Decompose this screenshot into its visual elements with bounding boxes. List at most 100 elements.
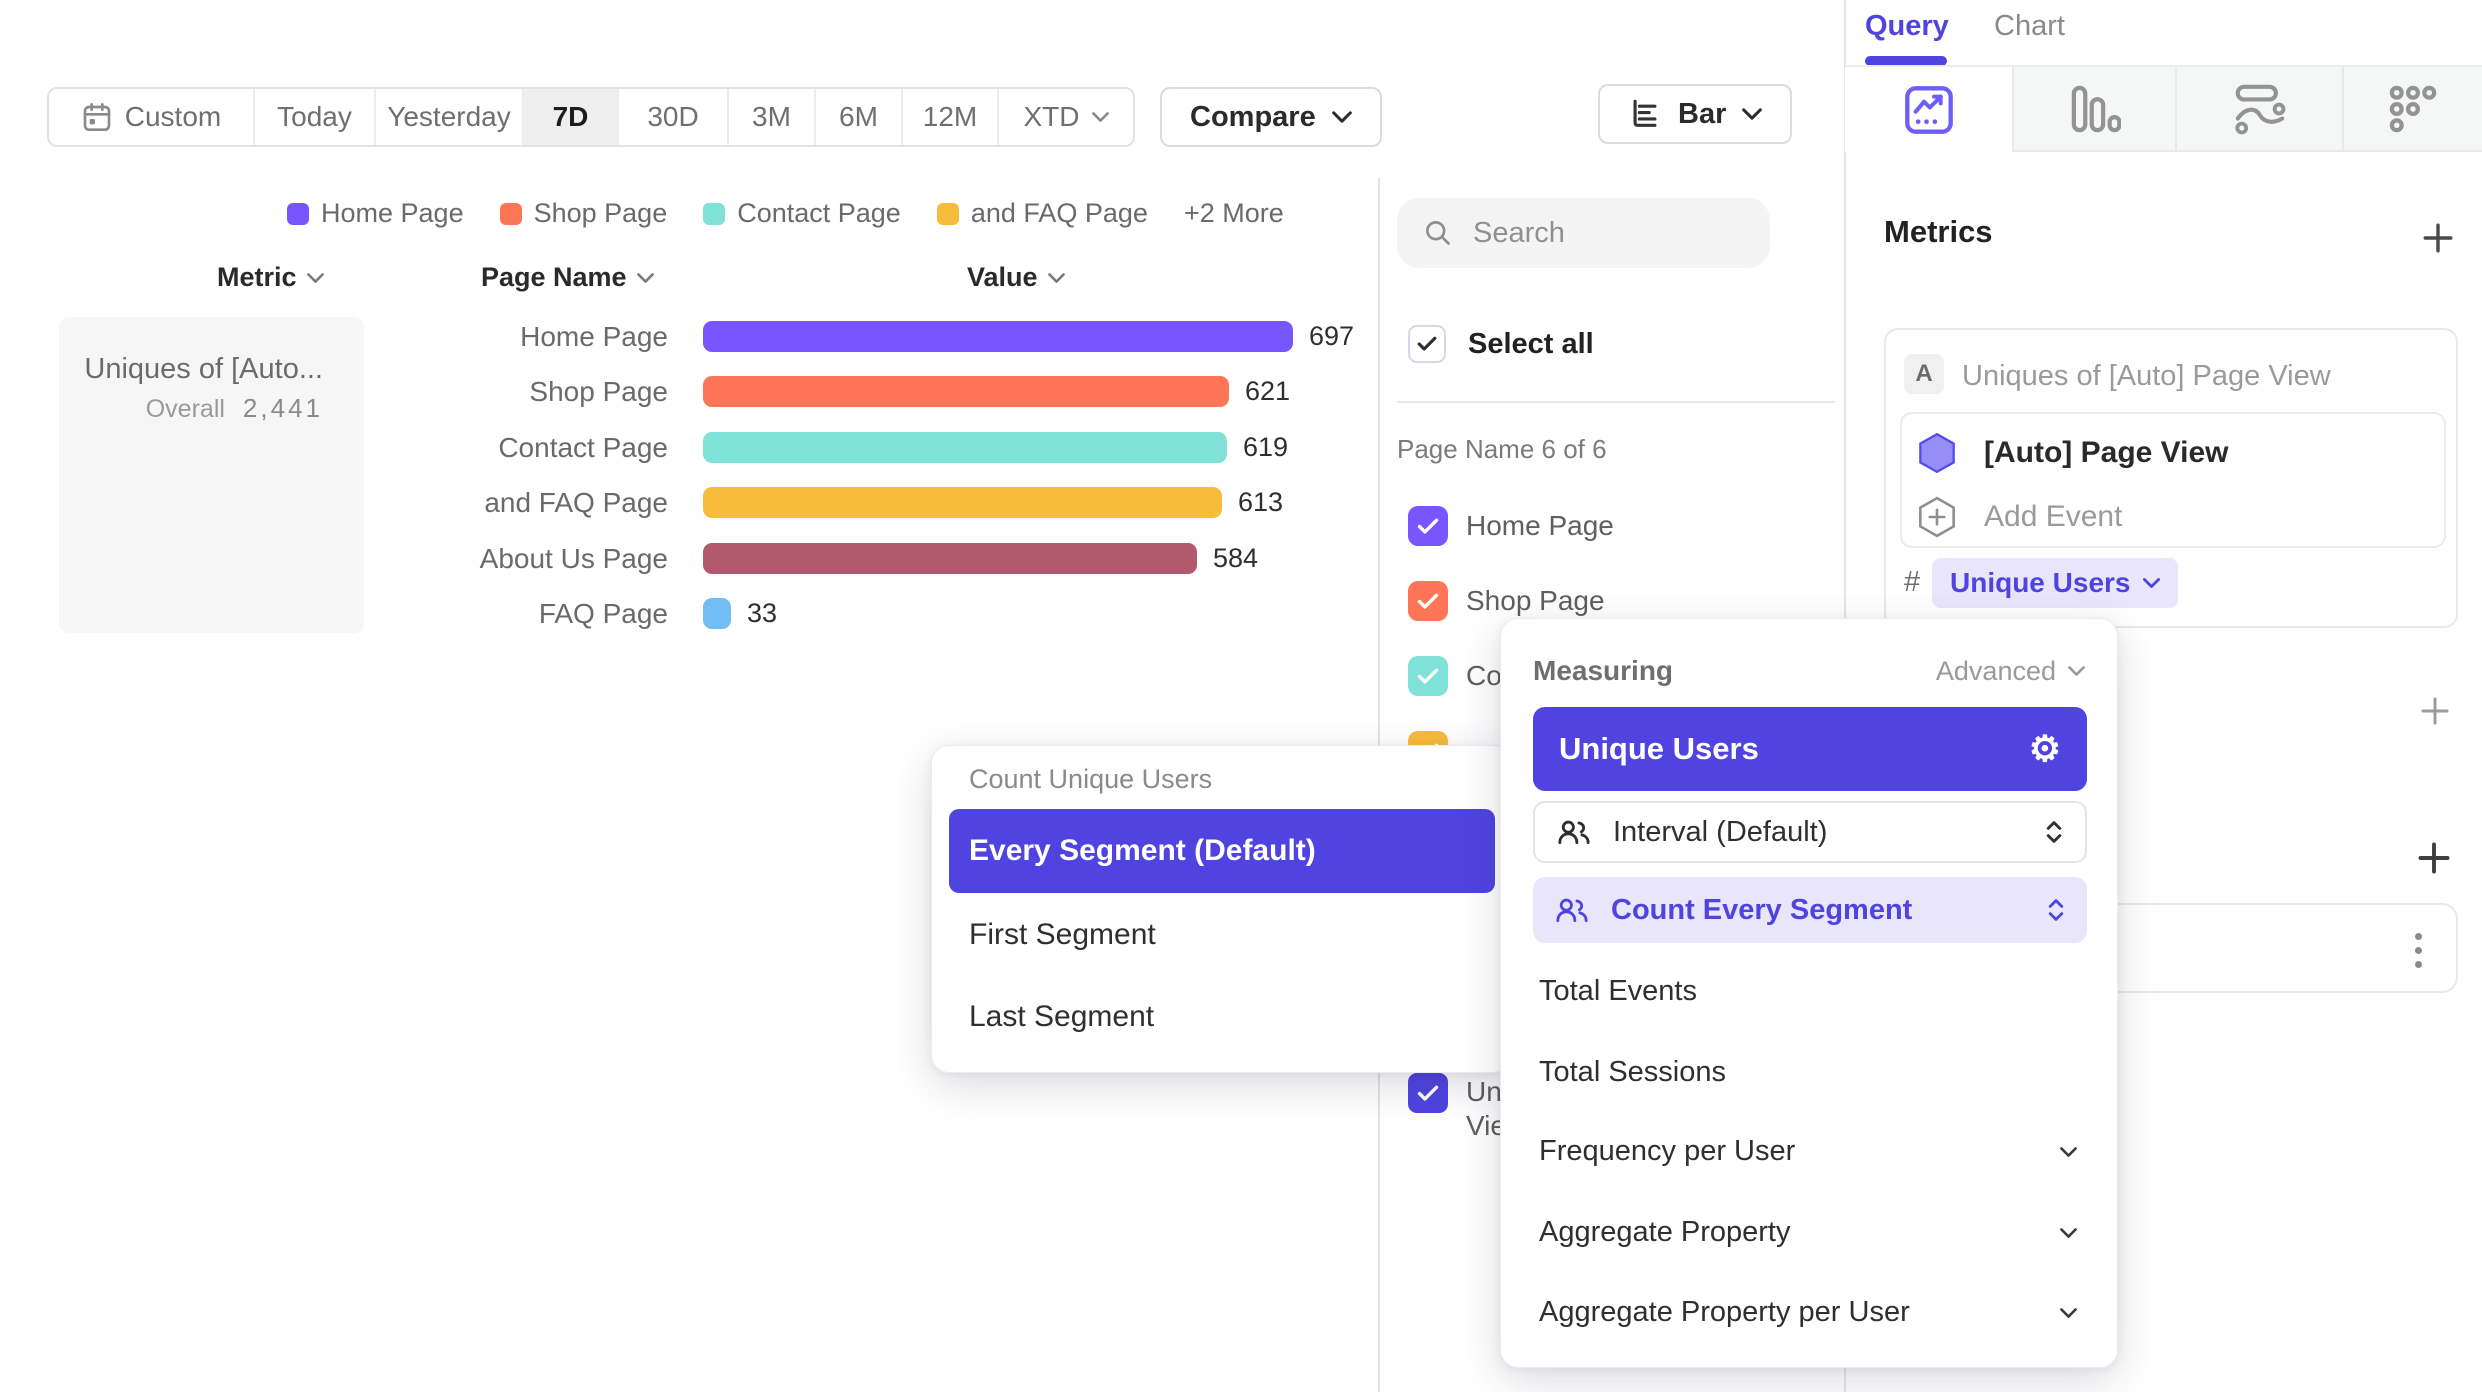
legend-item[interactable]: and FAQ Page [937, 198, 1148, 229]
chevron-down-icon [2060, 1227, 2077, 1239]
metric-definition-card[interactable]: A Uniques of [Auto] Page View [Auto] Pag… [1884, 328, 2458, 628]
compare-button[interactable]: Compare [1160, 87, 1382, 147]
bar[interactable] [703, 598, 731, 629]
menu-item-aggregate-property[interactable]: Aggregate Property [1539, 1216, 2077, 1249]
bar[interactable] [703, 376, 1229, 407]
list-divider [1397, 401, 1835, 403]
tab-insights[interactable] [1845, 67, 2012, 152]
measuring-popover: Measuring Advanced Unique Users ⚙ Interv… [1500, 618, 2118, 1368]
checkbox-checked[interactable] [1408, 581, 1448, 621]
check-icon [1417, 336, 1437, 352]
date-range-30d[interactable]: 30D [619, 89, 729, 145]
event-hexagon-icon [1918, 432, 1956, 474]
chart-type-dropdown[interactable]: Bar [1598, 84, 1792, 144]
chart-type-label: Bar [1678, 98, 1726, 131]
stepper-icon [2045, 819, 2063, 845]
count-unique-users-popover: Count Unique Users Every Segment (Defaul… [931, 745, 1511, 1073]
legend-more[interactable]: +2 More [1184, 198, 1284, 229]
bar-category-label: Contact Page [308, 432, 668, 463]
menu-item-first-segment[interactable]: First Segment [969, 918, 1156, 952]
bar[interactable] [703, 432, 1227, 463]
legend-label: Home Page [321, 198, 464, 229]
count-every-segment-selector[interactable]: Count Every Segment [1533, 877, 2087, 943]
tab-query[interactable]: Query [1865, 10, 1949, 43]
chevron-down-icon [2143, 577, 2160, 589]
bar-category-label: About Us Page [308, 543, 668, 574]
chevron-down-icon [1332, 110, 1352, 124]
add-breakdown-button[interactable] [2414, 838, 2454, 878]
chevron-down-icon [2060, 1146, 2077, 1158]
column-header-metric[interactable]: Metric [217, 262, 324, 293]
check-icon [1417, 1085, 1439, 1102]
filter-group-label: Page Name 6 of 6 [1397, 434, 1607, 465]
menu-item-unique-users[interactable]: Unique Users ⚙ [1533, 707, 2087, 791]
date-range-yesterday[interactable]: Yesterday [376, 89, 524, 145]
select-all-label: Select all [1468, 328, 1594, 361]
compare-label: Compare [1190, 101, 1316, 134]
chevron-down-icon [307, 272, 324, 284]
metric-summary-card[interactable]: Uniques of [Auto... Overall 2,441 [59, 317, 364, 633]
date-range-12m[interactable]: 12M [903, 89, 999, 145]
legend-item[interactable]: Contact Page [703, 198, 901, 229]
kebab-menu-icon[interactable] [2398, 905, 2438, 995]
bar-category-label: Shop Page [308, 376, 668, 407]
horizontal-bar-chart-icon [1628, 97, 1662, 131]
search-input[interactable] [1473, 217, 1733, 250]
date-range-3m[interactable]: 3M [729, 89, 816, 145]
add-metric-button[interactable] [2418, 218, 2458, 258]
filter-item[interactable]: UniVie [1408, 1073, 1508, 1143]
add-filter-button[interactable] [2416, 692, 2454, 730]
metric-row-title: Uniques of [Auto] Page View [1962, 360, 2331, 393]
number-type-label: # [1904, 566, 1920, 599]
date-range-selector: CustomTodayYesterday7D30D3M6M12MXTD [47, 87, 1135, 147]
add-event-row[interactable]: Add Event [1918, 496, 2122, 538]
tab-funnels[interactable] [2012, 67, 2175, 152]
checkbox-checked[interactable] [1408, 656, 1448, 696]
legend-item[interactable]: Home Page [287, 198, 464, 229]
column-header-value[interactable]: Value [967, 262, 1065, 293]
tab-chart[interactable]: Chart [1994, 10, 2065, 43]
stepper-icon [2047, 897, 2065, 923]
legend-label: and FAQ Page [971, 198, 1148, 229]
date-range-6m[interactable]: 6M [816, 89, 903, 145]
column-header-page-name[interactable]: Page Name [481, 262, 654, 293]
date-range-today[interactable]: Today [255, 89, 376, 145]
date-range-7d[interactable]: 7D [524, 89, 619, 145]
insights-chart-icon [1904, 85, 1954, 135]
checkbox-checked[interactable] [1408, 1073, 1448, 1113]
gear-icon[interactable]: ⚙ [2029, 731, 2061, 767]
legend-item[interactable]: Shop Page [500, 198, 668, 229]
users-icon [1557, 819, 1591, 845]
menu-item-total-sessions[interactable]: Total Sessions [1539, 1056, 2077, 1089]
plus-icon [2419, 695, 2451, 727]
event-row[interactable]: [Auto] Page View [1918, 432, 2228, 474]
metric-letter-badge: A [1904, 354, 1944, 394]
legend-label: Contact Page [737, 198, 901, 229]
tab-retention[interactable] [2342, 67, 2482, 152]
select-all-checkbox[interactable] [1408, 325, 1446, 363]
menu-item-frequency-per-user[interactable]: Frequency per User [1539, 1135, 2077, 1168]
date-range-custom[interactable]: Custom [49, 89, 255, 145]
bar[interactable] [703, 543, 1197, 574]
date-range-xtd[interactable]: XTD [999, 89, 1133, 145]
filter-item[interactable]: Home Page [1408, 506, 1614, 546]
metric-title: Uniques of [Auto... [84, 353, 323, 386]
filter-item-label: Home Page [1466, 506, 1614, 546]
search-input-wrapper[interactable] [1397, 198, 1770, 268]
menu-item-aggregate-property-per-user[interactable]: Aggregate Property per User [1539, 1296, 2077, 1329]
checkbox-checked[interactable] [1408, 506, 1448, 546]
filter-item[interactable]: Shop Page [1408, 581, 1605, 621]
menu-item-every-segment[interactable]: Every Segment (Default) [949, 809, 1495, 893]
advanced-toggle[interactable]: Advanced [1936, 656, 2085, 687]
interval-selector[interactable]: Interval (Default) [1533, 801, 2087, 863]
check-icon [1417, 593, 1439, 610]
bar-category-label: Home Page [308, 321, 668, 352]
tab-flows[interactable] [2175, 67, 2342, 152]
measure-pill[interactable]: Unique Users [1932, 558, 2178, 608]
bar[interactable] [703, 321, 1293, 352]
bar-category-label: FAQ Page [308, 598, 668, 629]
menu-item-last-segment[interactable]: Last Segment [969, 1000, 1154, 1034]
menu-item-total-events[interactable]: Total Events [1539, 975, 2077, 1008]
bar-chart-icon [2069, 83, 2121, 135]
bar[interactable] [703, 487, 1222, 518]
